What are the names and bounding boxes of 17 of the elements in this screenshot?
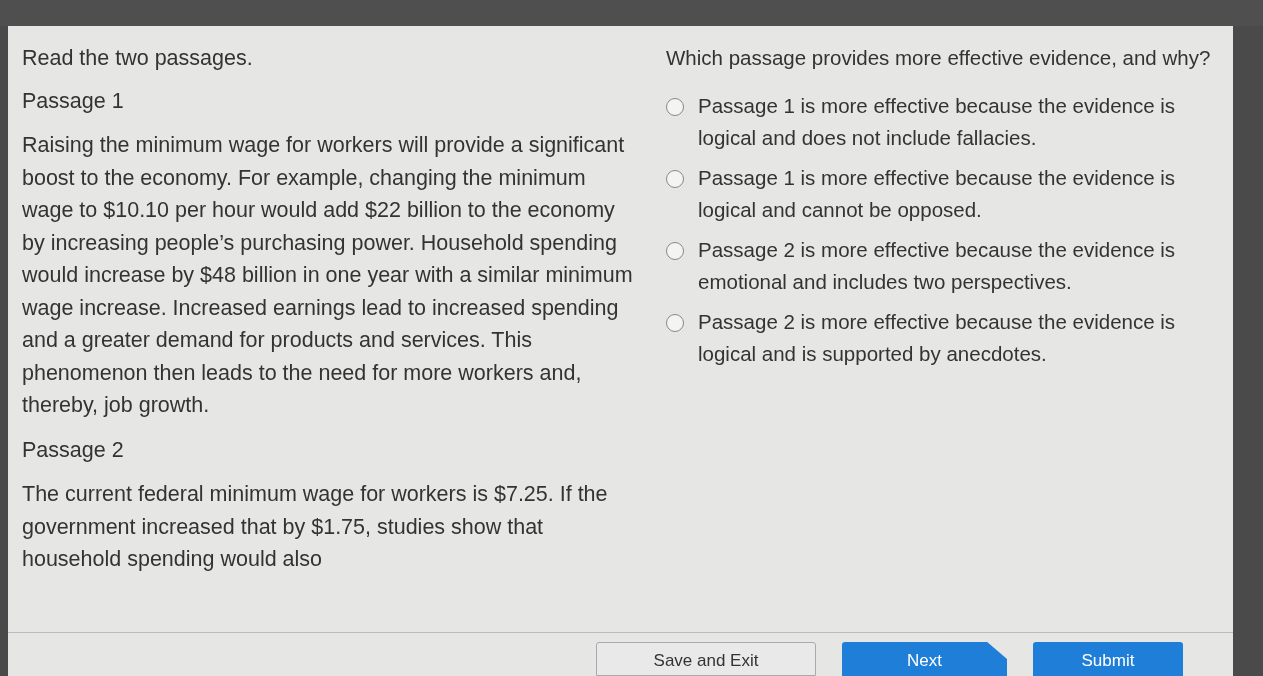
submit-button[interactable]: Submit (1033, 642, 1183, 676)
instructions-text: Read the two passages. (22, 45, 254, 72)
radio-button[interactable] (666, 170, 684, 188)
answer-option-text[interactable]: Passage 1 is more effective because the evidence is logical and does not include fallacies. (698, 90, 1219, 154)
radio-button[interactable] (666, 314, 684, 332)
radio-button[interactable] (666, 98, 684, 116)
answer-option-text[interactable]: Passage 1 is more effective because the evidence is logical and cannot be opposed. (698, 162, 1219, 226)
passage-text: Raising the minimum wage for workers will provide a significant boost to the economy. For example, changing the minimum wage to $10.10 per hour would add $22 billion to the economy by increasing people’s purchasing power. Household spending would increase by $48 billion in one year with a similar minimum wage increase. Increased earnings lead to increased spending and a greater demand for products and services. This phenomenon then leads to the need for more workers and, thereby, job growth. (22, 132, 634, 419)
passage-text: The current federal minimum wage for workers is $7.25. If the government increased that by $1.75, studies show that household spending would also (22, 481, 609, 573)
passage-heading: Passage 2 (22, 436, 125, 464)
passage-heading: Passage 1 (22, 87, 125, 115)
next-button[interactable]: Next (842, 642, 1007, 676)
answer-option-text[interactable]: Passage 2 is more effective because the evidence is logical and is supported by anecdotes. (698, 306, 1219, 370)
radio-button[interactable] (666, 242, 684, 260)
answer-option-text[interactable]: Passage 2 is more effective because the evidence is emotional and includes two perspectives. (698, 234, 1219, 298)
save-exit-button[interactable]: Save and Exit (596, 642, 816, 676)
question-text: Which passage provides more effective evidence, and why? (666, 45, 1212, 71)
